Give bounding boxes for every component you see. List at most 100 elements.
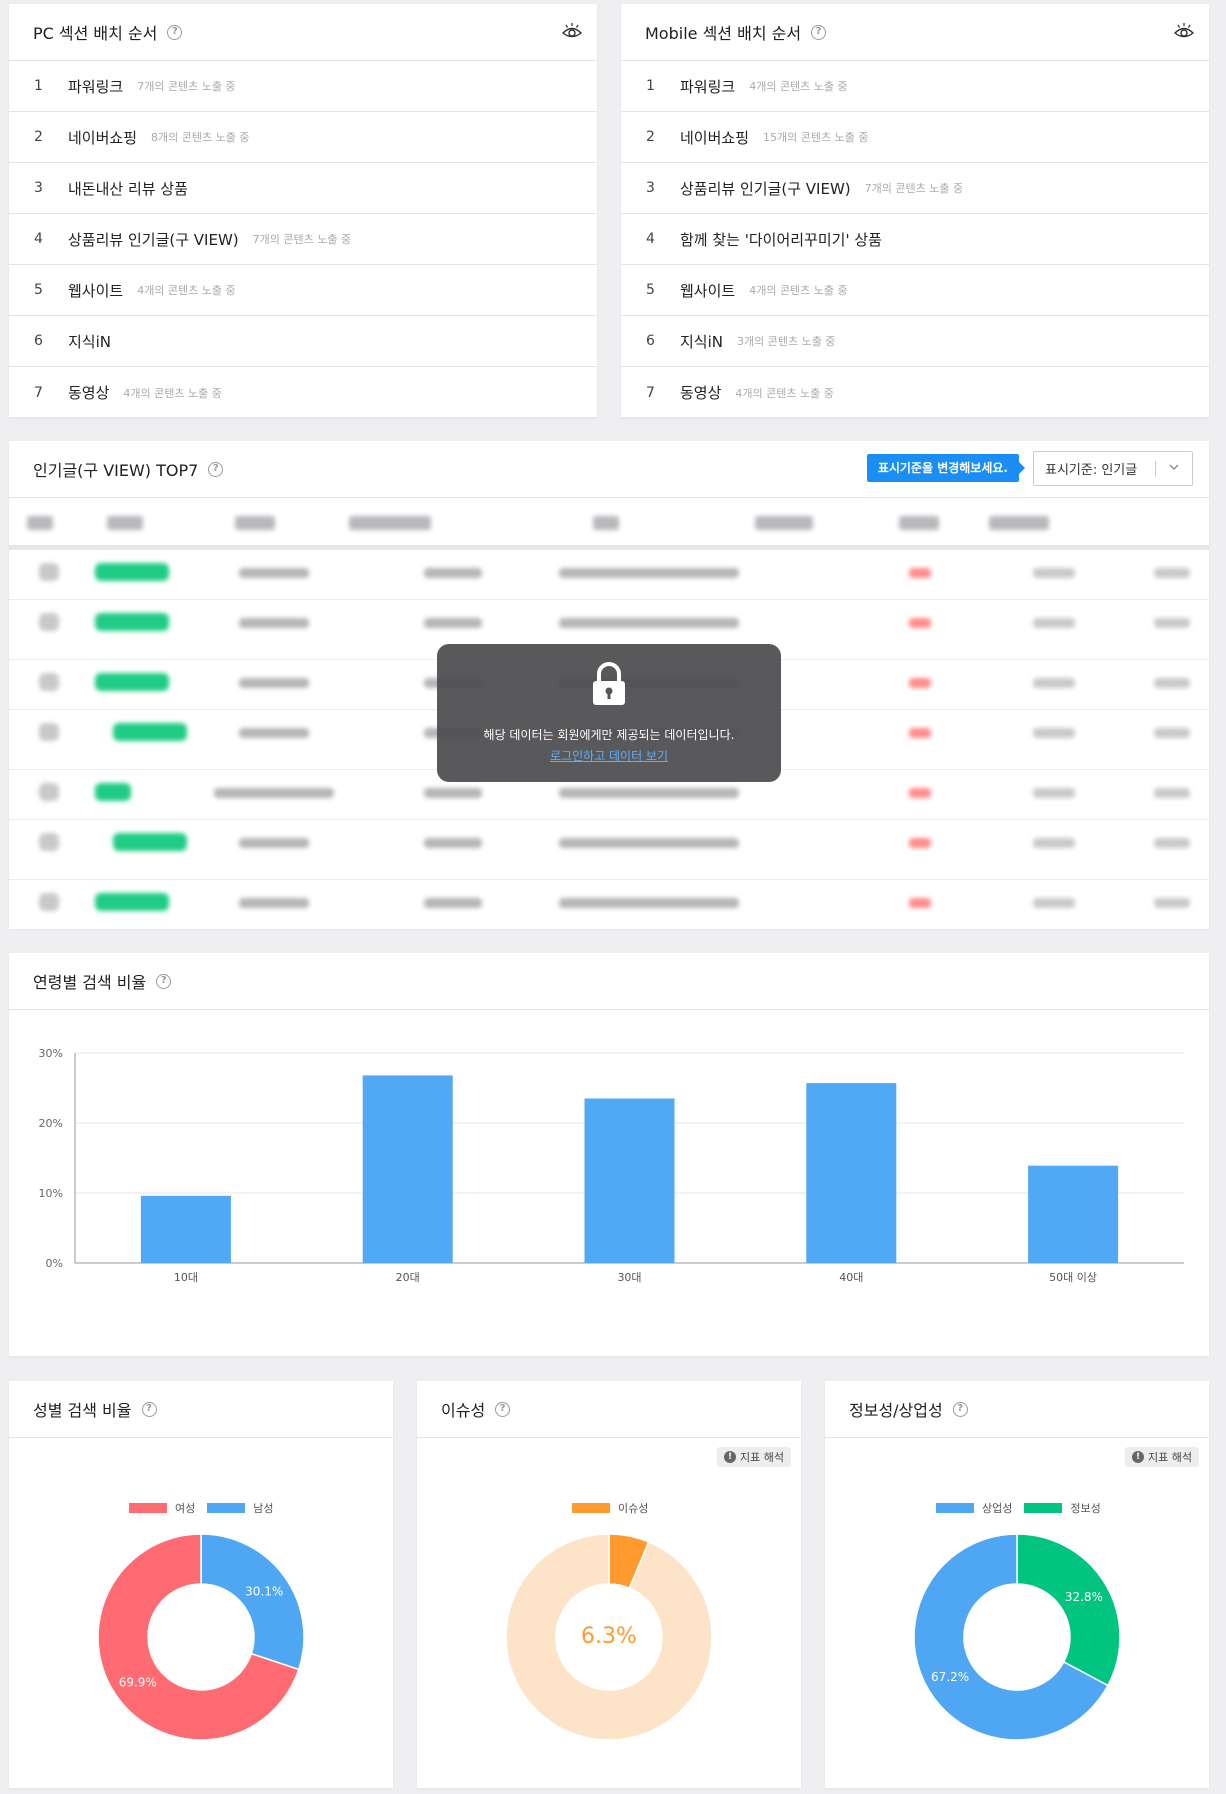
table-row [9,550,1209,600]
section-rank: 7 [34,384,43,401]
blurred-cell [39,833,59,851]
section-rank: 6 [646,333,655,349]
section-name: 네이버쇼핑 [680,128,750,147]
top7-header: 인기글(구 VIEW) TOP7 ? 표시기준을 변경해보세요. 표시기준: 인… [9,441,1209,498]
blurred-cell [424,618,482,628]
slice-label: 32.8% [1065,1590,1103,1604]
section-name: 웹사이트 [68,281,124,300]
blurred-cell [424,838,482,848]
section-rank: 7 [646,384,655,401]
blurred-cell [559,788,739,798]
blurred-cell [1033,898,1075,908]
section-content-count: 4개의 콘텐츠 노출 중 [137,284,236,297]
blurred-cell [39,673,59,691]
blurred-cell [95,563,169,581]
section-content-count: 7개의 콘텐츠 노출 중 [864,182,964,195]
top7-table-header [9,498,1209,550]
blurred-cell [1154,618,1190,628]
mobile-section-title: Mobile 섹션 배치 순서 [645,24,802,43]
blurred-cell [39,893,59,911]
chevron-down-icon [1169,464,1179,470]
help-icon[interactable]: ? [811,24,827,40]
section-name: 지식iN [68,332,111,351]
blurred-cell [559,898,739,908]
section-rank: 3 [34,180,43,196]
blurred-cell [1154,788,1190,798]
age-chart-title: 연령별 검색 비율 [33,973,147,992]
section-name: 상품리뷰 인기글(구 VIEW) [680,179,851,198]
section-row: 1 파워링크 7개의 콘텐츠 노출 중 [9,61,597,112]
help-icon[interactable]: ? [208,461,224,477]
blurred-cell [95,893,169,911]
section-name: 네이버쇼핑 [68,128,138,147]
blurred-column-header [107,516,143,530]
section-content-count: 3개의 콘텐츠 노출 중 [737,335,836,348]
blurred-column-header [235,516,275,530]
section-rank: 1 [34,78,43,94]
section-row: 2 네이버쇼핑 15개의 콘텐츠 노출 중 [621,112,1209,163]
issue-donut-chart [505,1533,713,1741]
bar [584,1098,675,1263]
blurred-cell [113,833,187,851]
section-row: 4 함께 찾는 '다이어리꾸미기' 상품 [621,214,1209,265]
section-rank: 1 [646,78,655,94]
blurred-cell [1033,618,1075,628]
section-row: 3 내돈내산 리뷰 상품 [9,163,597,214]
mobile-section-header: Mobile 섹션 배치 순서 ? [621,4,1209,61]
select-divider [1155,461,1156,477]
blurred-cell [909,728,931,738]
slice-label: 67.2% [931,1670,969,1684]
section-name: 파워링크 [68,77,124,96]
blurred-cell [909,618,931,628]
section-name: 지식iN [680,332,723,351]
section-row: 4 상품리뷰 인기글(구 VIEW) 7개의 콘텐츠 노출 중 [9,214,597,265]
blurred-cell [239,898,309,908]
section-content-count: 4개의 콘텐츠 노출 중 [749,80,848,93]
section-row: 6 지식iN 3개의 콘텐츠 노출 중 [621,316,1209,367]
login-link[interactable]: 로그인하고 데이터 보기 [437,747,781,764]
section-row: 5 웹사이트 4개의 콘텐츠 노출 중 [9,265,597,316]
blurred-column-header [899,516,939,530]
bar [362,1075,453,1263]
x-tick-label: 30대 [617,1271,641,1284]
members-only-overlay: 해당 데이터는 회원에게만 제공되는 데이터입니다. 로그인하고 데이터 보기 [437,644,781,782]
section-name: 동영상 [68,384,110,402]
section-row: 6 지식iN [9,316,597,367]
section-row: 2 네이버쇼핑 8개의 콘텐츠 노출 중 [9,112,597,163]
blurred-cell [1154,568,1190,578]
mobile-section-list: 1 파워링크 4개의 콘텐츠 노출 중 2 네이버쇼핑 15개의 콘텐츠 노출 중 3 상품리… [621,61,1209,418]
blurred-cell [1033,788,1075,798]
blurred-cell [559,618,739,628]
section-rank: 4 [646,231,655,247]
blurred-column-header [989,516,1049,530]
blurred-cell [39,723,59,741]
help-icon[interactable]: ? [156,973,172,989]
section-rank: 2 [34,129,43,145]
criteria-select[interactable]: 표시기준: 인기글 [1033,451,1193,486]
blurred-cell [239,678,309,688]
blurred-cell [239,728,309,738]
eye-icon[interactable] [561,22,583,40]
x-tick-label: 20대 [396,1271,420,1284]
blurred-cell [113,723,187,741]
blurred-cell [424,568,482,578]
help-icon[interactable]: ? [167,24,183,40]
y-tick-label: 20% [39,1117,63,1130]
eye-icon[interactable] [1173,22,1195,40]
blurred-cell [239,618,309,628]
pc-section-title: PC 섹션 배치 순서 [33,24,158,43]
blurred-column-header [349,516,431,530]
age-bar-chart: 0% 10% 20% 30% 10대 20대 30대 40대 50대 이상 [39,1047,1184,1284]
pc-section-card: PC 섹션 배치 순서 ? 1 파워링크 7개의 콘텐츠 노출 중 2 네이버쇼핑 8개의… [9,4,597,417]
section-content-count: 4개의 콘텐츠 노출 중 [749,284,848,297]
age-chart-card: 연령별 검색 비율 ? 0% 10% 20% 30% 10대 20대 30대 40대 50대 이… [9,953,1209,1356]
blurred-cell [909,898,931,908]
blurred-cell [424,788,482,798]
blurred-cell [95,673,169,691]
section-name: 파워링크 [680,77,736,96]
section-row: 7 동영상 4개의 콘텐츠 노출 중 [9,367,597,418]
age-chart-header: 연령별 검색 비율 ? [9,953,1209,1010]
section-row: 5 웹사이트 4개의 콘텐츠 노출 중 [621,265,1209,316]
section-rank: 5 [34,282,43,298]
blurred-cell [1154,678,1190,688]
